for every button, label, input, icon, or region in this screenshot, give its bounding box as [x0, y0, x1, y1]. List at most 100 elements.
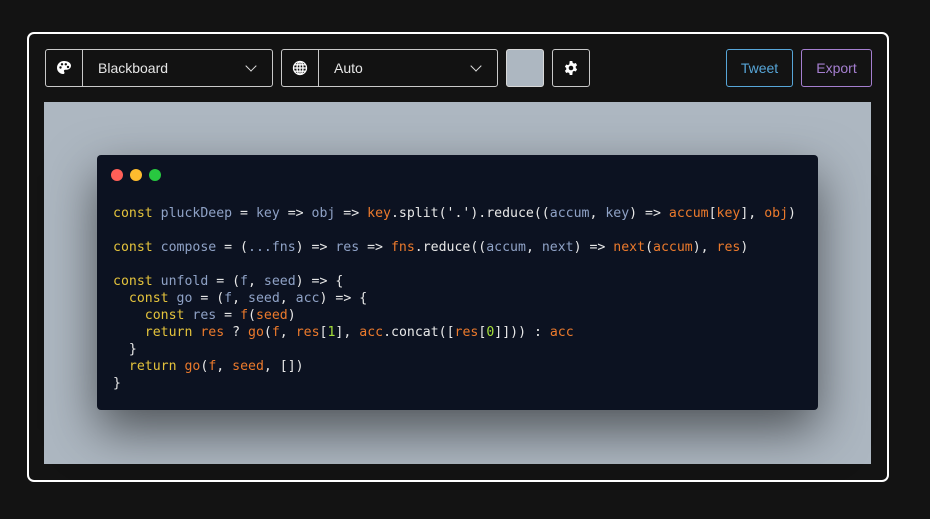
- theme-dropdown[interactable]: Blackboard: [83, 50, 272, 86]
- code-token: , []): [263, 359, 304, 374]
- code-token: ) =>: [295, 240, 336, 255]
- code-token: acc: [295, 291, 320, 306]
- code-token: key: [716, 206, 741, 221]
- code-token: res: [335, 240, 360, 255]
- code-token: = (: [216, 240, 248, 255]
- export-button[interactable]: Export: [801, 49, 872, 87]
- code-token: f: [240, 308, 249, 323]
- code-token: const: [113, 240, 153, 255]
- code-token: obj: [311, 206, 336, 221]
- code-token: ,: [279, 325, 296, 340]
- code-token: = (: [192, 291, 225, 306]
- code-token: accum: [668, 206, 709, 221]
- code-token: ,: [248, 274, 264, 289]
- code-token: seed: [263, 274, 296, 289]
- code-token: res: [295, 325, 320, 340]
- globe-icon: [282, 50, 319, 86]
- code-token: ) => {: [319, 291, 368, 306]
- code-token: ]])) :: [494, 325, 550, 340]
- language-value: Auto: [334, 60, 363, 76]
- code-token: const: [113, 274, 153, 289]
- code-token: ,: [232, 291, 249, 306]
- code-token: const: [113, 291, 169, 306]
- code-token: ?: [224, 325, 248, 340]
- code-token: key: [605, 206, 630, 221]
- code-token: ) =>: [573, 240, 614, 255]
- code-token: fns: [390, 240, 415, 255]
- code-token: obj: [764, 206, 789, 221]
- code-token: next: [613, 240, 646, 255]
- code-line: const compose = (...fns) => res => fns.r…: [113, 239, 796, 256]
- code-token: ,: [589, 206, 606, 221]
- code-token: accum: [486, 240, 526, 255]
- maximize-dot-icon: [149, 169, 161, 181]
- code-line: const pluckDeep = key => obj => key.spli…: [113, 205, 796, 222]
- language-dropdown[interactable]: Auto: [319, 50, 497, 86]
- code-token: unfold: [152, 274, 209, 289]
- code-token: acc: [359, 325, 384, 340]
- code-token: .reduce((: [414, 240, 487, 255]
- theme-select[interactable]: Blackboard: [45, 49, 273, 87]
- code-token: }: [113, 376, 121, 391]
- code-token: ,: [525, 240, 542, 255]
- code-token: }: [113, 342, 137, 357]
- code-token: res: [716, 240, 741, 255]
- code-token: (: [248, 308, 256, 323]
- code-token: =>: [335, 206, 368, 221]
- code-token: ) => {: [295, 274, 344, 289]
- code-token: =>: [359, 240, 391, 255]
- chevron-down-icon: [245, 60, 257, 72]
- code-canvas: const pluckDeep = key => obj => key.spli…: [44, 102, 871, 464]
- code-token: key: [255, 206, 280, 221]
- code-token: ),: [692, 240, 717, 255]
- code-token: ): [740, 240, 749, 255]
- code-line: }: [113, 375, 796, 392]
- code-token: ,: [216, 359, 233, 374]
- code-token: ...fns: [248, 240, 296, 255]
- code-token: res: [184, 308, 217, 323]
- code-window: const pluckDeep = key => obj => key.spli…: [97, 155, 818, 410]
- code-token: seed: [255, 308, 288, 323]
- code-token: [: [708, 206, 717, 221]
- code-token: compose: [152, 240, 217, 255]
- code-token: seed: [232, 359, 264, 374]
- code-token: res: [192, 325, 225, 340]
- theme-value: Blackboard: [98, 60, 169, 76]
- code-token: go: [168, 291, 193, 306]
- settings-button[interactable]: [552, 49, 590, 87]
- code-token: const: [113, 308, 185, 323]
- code-token: accum: [549, 206, 590, 221]
- code-token: ) =>: [629, 206, 669, 221]
- code-line: const go = (f, seed, acc) => {: [113, 290, 796, 307]
- minimize-dot-icon: [130, 169, 142, 181]
- palette-icon: [46, 50, 83, 86]
- code-token: key: [367, 206, 391, 221]
- code-token: f: [240, 274, 248, 289]
- code-editor[interactable]: const pluckDeep = key => obj => key.spli…: [113, 205, 796, 392]
- code-token: .split('.').reduce((: [390, 206, 550, 221]
- code-line: const res = f(seed): [113, 307, 796, 324]
- code-token: return: [113, 359, 177, 374]
- code-token: const: [113, 206, 153, 221]
- gear-icon: [564, 61, 578, 75]
- code-token: next: [541, 240, 574, 255]
- code-token: pluckDeep: [152, 206, 233, 221]
- close-dot-icon: [111, 169, 123, 181]
- code-token: ],: [740, 206, 765, 221]
- code-token: acc: [549, 325, 574, 340]
- code-token: res: [454, 325, 479, 340]
- code-token: go: [248, 325, 264, 340]
- tweet-button[interactable]: Tweet: [726, 49, 793, 87]
- code-token: seed: [248, 291, 280, 306]
- code-token: = (: [208, 274, 241, 289]
- language-select[interactable]: Auto: [281, 49, 498, 87]
- code-token: ): [287, 308, 296, 323]
- code-line: }: [113, 341, 796, 358]
- code-line: const unfold = (f, seed) => {: [113, 273, 796, 290]
- code-token: (: [645, 240, 654, 255]
- code-token: ): [788, 206, 796, 221]
- background-color-picker[interactable]: [506, 49, 544, 87]
- code-token: f: [271, 325, 280, 340]
